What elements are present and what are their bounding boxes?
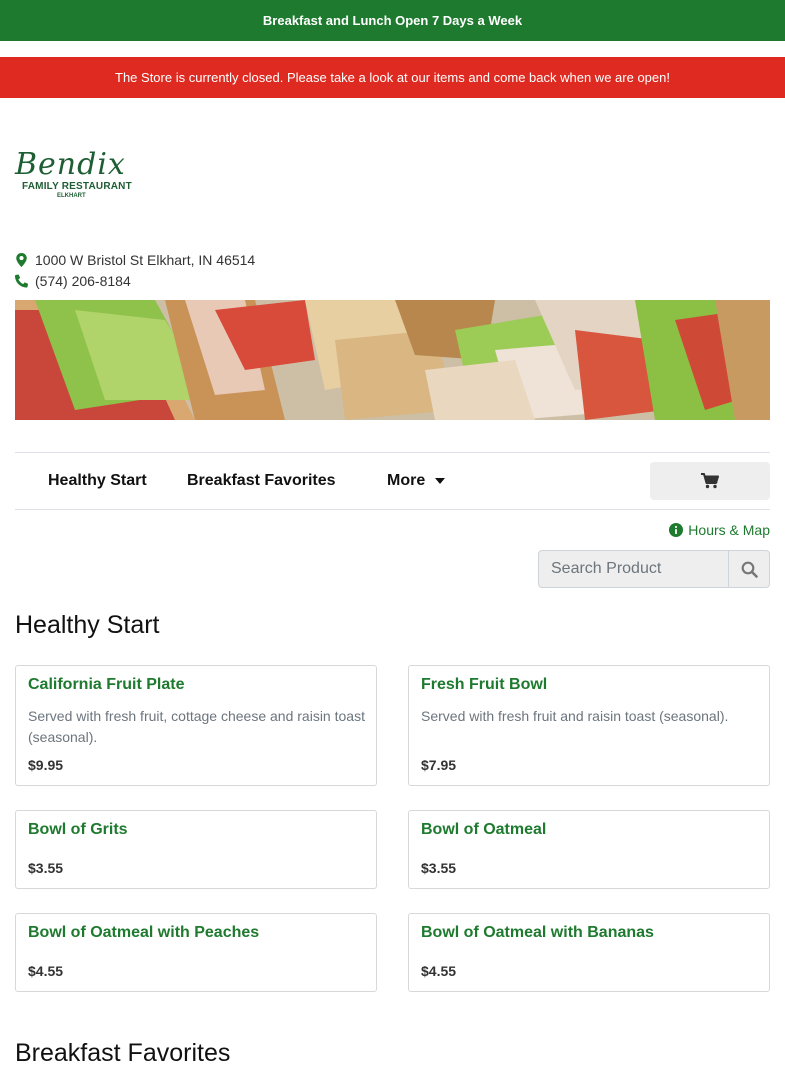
product-price: $4.55 bbox=[28, 963, 64, 979]
phone-icon bbox=[15, 274, 28, 288]
product-name: Bowl of Grits bbox=[28, 821, 128, 838]
sandwich-photo bbox=[15, 300, 770, 420]
address-line: 1000 W Bristol St Elkhart, IN 46514 bbox=[15, 250, 255, 270]
product-card[interactable]: Bowl of Oatmeal $3.55 bbox=[408, 810, 770, 889]
info-circle-icon bbox=[669, 523, 684, 537]
shopping-cart-icon bbox=[701, 473, 719, 489]
product-price: $3.55 bbox=[28, 860, 64, 876]
product-card[interactable]: Bowl of Oatmeal with Peaches $4.55 bbox=[15, 913, 377, 992]
map-marker-icon bbox=[16, 253, 27, 267]
nav-item-label: More bbox=[387, 472, 426, 489]
product-card[interactable]: Bowl of Grits $3.55 bbox=[15, 810, 377, 889]
cart-button[interactable] bbox=[650, 462, 770, 500]
store-closed-banner: The Store is currently closed. Please ta… bbox=[0, 57, 785, 98]
nav-item-healthy-start[interactable]: Healthy Start bbox=[48, 453, 147, 509]
nav-item-label: Breakfast Favorites bbox=[187, 472, 336, 489]
product-name: Fresh Fruit Bowl bbox=[421, 676, 548, 693]
top-announcement-banner: Breakfast and Lunch Open 7 Days a Week bbox=[0, 0, 785, 41]
product-card[interactable]: California Fruit Plate Served with fresh… bbox=[15, 665, 377, 786]
product-name: California Fruit Plate bbox=[28, 676, 185, 693]
section-title-breakfast-favorites: Breakfast Favorites bbox=[15, 1039, 231, 1067]
product-description: Served with fresh fruit, cottage cheese … bbox=[28, 708, 365, 745]
product-description: Served with fresh fruit and raisin toast… bbox=[421, 708, 729, 724]
restaurant-logo[interactable]: Bendix FAMILY RESTAURANT ELKHART bbox=[15, 150, 135, 204]
section-title-healthy-start: Healthy Start bbox=[15, 611, 160, 639]
nav-item-label: Healthy Start bbox=[48, 472, 147, 489]
phone-line[interactable]: (574) 206-8184 bbox=[15, 271, 131, 291]
hero-food-image bbox=[15, 300, 770, 420]
product-name: Bowl of Oatmeal with Peaches bbox=[28, 924, 260, 941]
closed-banner-text: The Store is currently closed. Please ta… bbox=[115, 70, 670, 85]
product-card[interactable]: Bowl of Oatmeal with Bananas $4.55 bbox=[408, 913, 770, 992]
search-icon bbox=[741, 561, 758, 578]
product-price: $3.55 bbox=[421, 860, 457, 876]
product-search bbox=[538, 550, 770, 588]
hours-map-label: Hours & Map bbox=[688, 522, 770, 538]
hours-map-link[interactable]: Hours & Map bbox=[669, 520, 770, 540]
phone-text[interactable]: (574) 206-8184 bbox=[35, 273, 131, 289]
search-input[interactable] bbox=[538, 550, 729, 588]
product-price: $9.95 bbox=[28, 757, 64, 773]
logo-subtitle: FAMILY RESTAURANT bbox=[22, 181, 132, 192]
logo-script-text: Bendix bbox=[15, 147, 126, 182]
nav-item-breakfast-favorites[interactable]: Breakfast Favorites bbox=[187, 453, 336, 509]
category-nav: Healthy Start Breakfast Favorites More bbox=[15, 452, 770, 510]
caret-down-icon bbox=[435, 478, 446, 484]
product-price: $4.55 bbox=[421, 963, 457, 979]
top-banner-text: Breakfast and Lunch Open 7 Days a Week bbox=[262, 13, 523, 28]
logo-location: ELKHART bbox=[57, 193, 86, 199]
address-text: 1000 W Bristol St Elkhart, IN 46514 bbox=[35, 252, 256, 268]
product-name: Bowl of Oatmeal with Bananas bbox=[421, 924, 654, 941]
nav-more-dropdown[interactable]: More bbox=[387, 453, 446, 509]
product-price: $7.95 bbox=[421, 757, 457, 773]
product-name: Bowl of Oatmeal bbox=[421, 821, 547, 838]
search-button[interactable] bbox=[729, 550, 770, 588]
product-card[interactable]: Fresh Fruit Bowl Served with fresh fruit… bbox=[408, 665, 770, 786]
